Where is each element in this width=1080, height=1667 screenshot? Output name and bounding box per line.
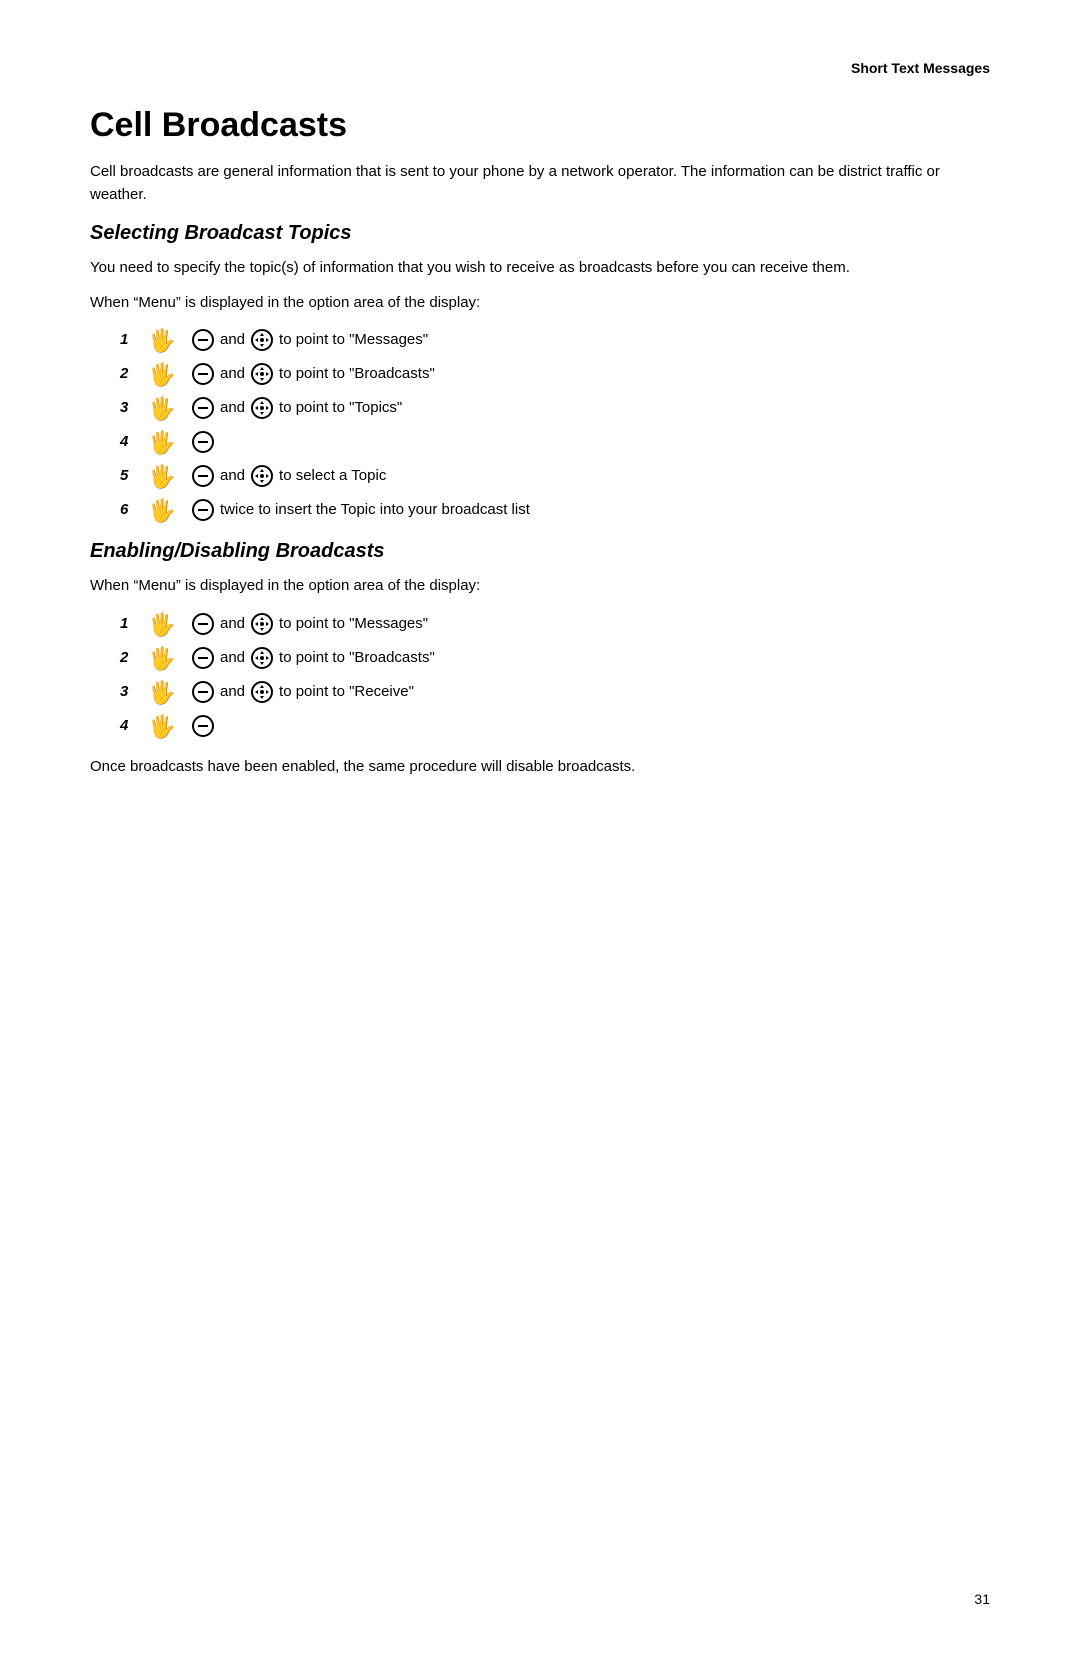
svg-text:🖐: 🖐 xyxy=(148,463,175,490)
s2-hand-icon-4: 🖐 xyxy=(148,712,184,740)
section-header: Short Text Messages xyxy=(90,60,990,76)
step-1: 1 🖐 and xyxy=(120,326,990,354)
step-5-content: 🖐 and to select a Topic xyxy=(146,462,386,490)
s2-step-4: 4 🖐 xyxy=(120,712,990,740)
step-4: 4 🖐 xyxy=(120,428,990,456)
svg-text:🖐: 🖐 xyxy=(148,429,175,456)
menu-button-icon-5 xyxy=(192,465,214,487)
s2-step-3: 3 🖐 and to point to "Receive" xyxy=(120,678,990,706)
step-num-2: 2 xyxy=(120,362,140,386)
section1-description: You need to specify the topic(s) of info… xyxy=(90,257,990,280)
svg-text:🖐: 🖐 xyxy=(148,713,175,740)
s2-step-2: 2 🖐 and to point to "Broadcasts" xyxy=(120,644,990,672)
section2-instruction: When “Menu” is displayed in the option a… xyxy=(90,575,990,598)
hand-icon-2: 🖐 xyxy=(148,360,184,388)
hand-icon-6: 🖐 xyxy=(148,496,184,524)
section1-instruction: When “Menu” is displayed in the option a… xyxy=(90,292,990,315)
hand-icon-5: 🖐 xyxy=(148,462,184,490)
s2-nav-icon-1 xyxy=(251,613,273,635)
step-3: 3 🖐 and to point to "Topics" xyxy=(120,394,990,422)
step-num-1: 1 xyxy=(120,328,140,352)
s2-step-num-1: 1 xyxy=(120,612,140,636)
step-num-6: 6 xyxy=(120,498,140,522)
s2-hand-icon-3: 🖐 xyxy=(148,678,184,706)
svg-text:🖐: 🖐 xyxy=(148,645,175,672)
nav-icon-2 xyxy=(251,363,273,385)
s2-step-num-2: 2 xyxy=(120,646,140,670)
nav-icon xyxy=(251,329,273,351)
step-num-5: 5 xyxy=(120,464,140,488)
hand-icon: 🖐 xyxy=(148,326,184,354)
menu-button-icon xyxy=(192,329,214,351)
step-num-3: 3 xyxy=(120,396,140,420)
s2-menu-icon-1 xyxy=(192,613,214,635)
menu-button-icon-3 xyxy=(192,397,214,419)
s2-step-1-content: 🖐 and to point to "Messages" xyxy=(146,610,428,638)
section2-steps: 1 🖐 and to point to "Messages" xyxy=(90,610,990,740)
menu-button-icon-6 xyxy=(192,499,214,521)
step-2-content: 🖐 and to point to "Broadcasts" xyxy=(146,360,435,388)
nav-icon-5 xyxy=(251,465,273,487)
nav-icon-3 xyxy=(251,397,273,419)
s2-step-1: 1 🖐 and to point to "Messages" xyxy=(120,610,990,638)
step-num-4: 4 xyxy=(120,430,140,454)
page-number: 31 xyxy=(974,1591,990,1607)
step-3-content: 🖐 and to point to "Topics" xyxy=(146,394,402,422)
menu-button-icon-4 xyxy=(192,431,214,453)
s2-menu-icon-4 xyxy=(192,715,214,737)
hand-icon-4: 🖐 xyxy=(148,428,184,456)
svg-text:🖐: 🖐 xyxy=(148,395,175,422)
step-6: 6 🖐 twice to insert the Topic into your … xyxy=(120,496,990,524)
svg-text:🖐: 🖐 xyxy=(148,497,175,524)
svg-text:🖐: 🖐 xyxy=(148,611,175,638)
page-title: Cell Broadcasts xyxy=(90,106,990,145)
s2-menu-icon-3 xyxy=(192,681,214,703)
intro-text: Cell broadcasts are general information … xyxy=(90,161,990,206)
s2-menu-icon-2 xyxy=(192,647,214,669)
step-1-content: 🖐 and to point to "Messages" xyxy=(146,326,428,354)
s2-hand-icon-1: 🖐 xyxy=(148,610,184,638)
svg-text:🖐: 🖐 xyxy=(148,679,175,706)
hand-icon-3: 🖐 xyxy=(148,394,184,422)
step-6-content: 🖐 twice to insert the Topic into your br… xyxy=(146,496,530,524)
s2-step-num-4: 4 xyxy=(120,714,140,738)
s2-hand-icon-2: 🖐 xyxy=(148,644,184,672)
s2-step-3-content: 🖐 and to point to "Receive" xyxy=(146,678,414,706)
menu-button-icon-2 xyxy=(192,363,214,385)
s2-step-2-content: 🖐 and to point to "Broadcasts" xyxy=(146,644,435,672)
s2-nav-icon-3 xyxy=(251,681,273,703)
s2-nav-icon-2 xyxy=(251,647,273,669)
svg-text:🖐: 🖐 xyxy=(148,327,175,354)
s2-step-4-content: 🖐 xyxy=(146,712,216,740)
step-4-content: 🖐 xyxy=(146,428,216,456)
s2-step-num-3: 3 xyxy=(120,680,140,704)
section2-title: Enabling/Disabling Broadcasts xyxy=(90,540,990,563)
footer-note: Once broadcasts have been enabled, the s… xyxy=(90,756,990,779)
svg-text:🖐: 🖐 xyxy=(148,361,175,388)
step-2: 2 🖐 and to point to "Broadcasts" xyxy=(120,360,990,388)
step-5: 5 🖐 and to select a Topic xyxy=(120,462,990,490)
section1-title: Selecting Broadcast Topics xyxy=(90,222,990,245)
section1-steps: 1 🖐 and xyxy=(90,326,990,524)
